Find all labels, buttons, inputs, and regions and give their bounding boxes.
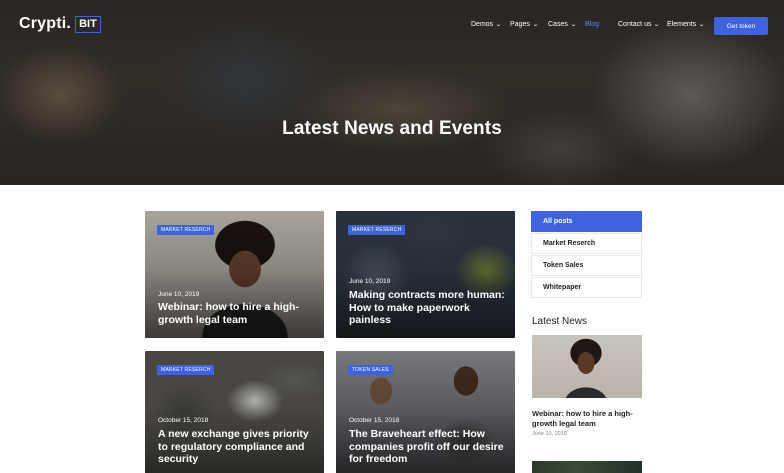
category-badge[interactable]: MARKET RESERCH — [348, 225, 406, 235]
category-badge[interactable]: MARKET RESERCH — [157, 225, 215, 235]
post-date: October 15, 2018 — [349, 417, 400, 424]
post-card[interactable]: TOKEN SALES October 15, 2018 The Bravehe… — [336, 351, 515, 473]
latest-post-date: June 10, 2019 — [532, 431, 567, 437]
category-badge[interactable]: MARKET RESERCH — [157, 365, 215, 375]
latest-news-heading: Latest News — [532, 316, 588, 327]
post-card[interactable]: MARKET RESERCH June 10, 2019 Making cont… — [336, 211, 515, 338]
nav-label: Cases — [548, 21, 568, 28]
latest-post-image[interactable] — [532, 335, 642, 398]
post-title[interactable]: Webinar: how to hire a high-growth legal… — [158, 301, 316, 326]
chevron-down-icon: ⌄ — [653, 22, 661, 28]
latest-post-title[interactable]: Webinar: how to hire a high-growth legal… — [532, 409, 644, 428]
category-badge[interactable]: TOKEN SALES — [348, 365, 393, 375]
post-title[interactable]: A new exchange gives priority to regulat… — [158, 428, 316, 466]
nav-elements[interactable]: Elements ⌄ — [667, 21, 705, 28]
chevron-down-icon: ⌄ — [570, 22, 577, 28]
post-title[interactable]: The Braveheart effect: How companies pro… — [349, 428, 507, 466]
nav-label: Demos — [471, 21, 494, 28]
nav-label: Contact us — [618, 21, 652, 28]
hero-title: Latest News and Events — [282, 118, 502, 139]
nav-contact[interactable]: Contact us ⌄ — [618, 21, 660, 28]
nav-blog[interactable]: Blog — [585, 21, 599, 28]
nav-cases[interactable]: Cases ⌄ — [548, 21, 577, 28]
chevron-down-icon: ⌄ — [495, 22, 502, 28]
chevron-down-icon: ⌄ — [532, 22, 539, 28]
post-card[interactable]: MARKET RESERCH June 10, 2019 Webinar: ho… — [145, 211, 324, 338]
nav-label: Elements — [667, 21, 697, 28]
nav-pages[interactable]: Pages ⌄ — [510, 21, 539, 28]
get-token-button[interactable]: Get token — [714, 17, 768, 35]
main-nav: Demos ⌄ Pages ⌄ Cases ⌄ Blog Contact us … — [0, 21, 784, 33]
post-date: June 10, 2019 — [158, 291, 200, 298]
category-all-posts[interactable]: All posts — [531, 211, 642, 232]
nav-demos[interactable]: Demos ⌄ — [471, 21, 502, 28]
nav-label: Pages — [510, 21, 530, 28]
post-date: October 15, 2018 — [158, 417, 209, 424]
latest-post-image[interactable] — [532, 461, 642, 473]
chevron-down-icon: ⌄ — [698, 22, 705, 28]
post-date: June 10, 2019 — [349, 278, 391, 285]
post-card[interactable]: MARKET RESERCH October 15, 2018 A new ex… — [145, 351, 324, 473]
post-title[interactable]: Making contracts more human: How to make… — [349, 289, 507, 327]
category-whitepaper[interactable]: Whitepaper — [531, 277, 642, 298]
category-market-reserch[interactable]: Market Reserch — [531, 233, 642, 254]
nav-label: Blog — [585, 21, 600, 28]
category-token-sales[interactable]: Token Sales — [531, 255, 642, 276]
